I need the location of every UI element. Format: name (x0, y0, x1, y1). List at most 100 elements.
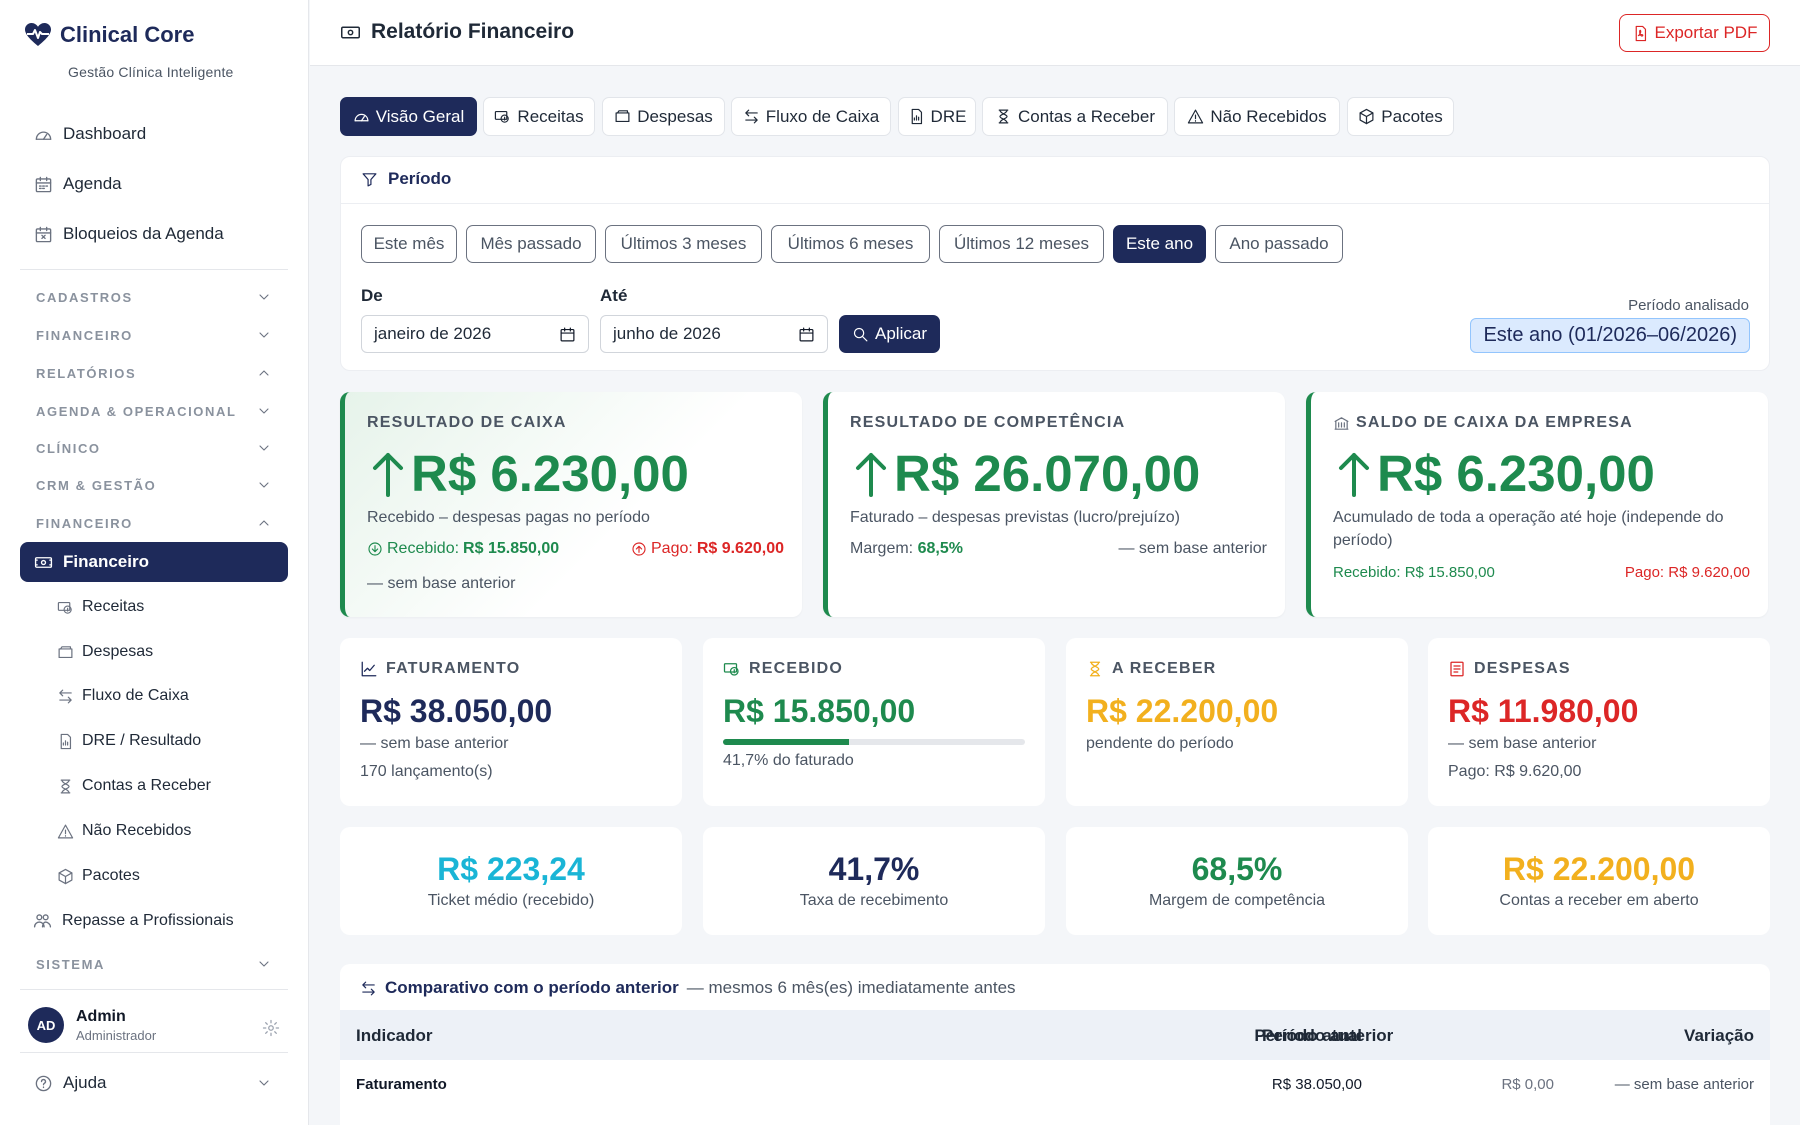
sidebar-subitem-contas-a-receber[interactable]: Contas a Receber (57, 777, 211, 795)
comparison-header: Comparativo com o período anterior — mes… (360, 978, 1016, 998)
arrows-swap-icon (362, 981, 375, 995)
entries-count: 170 lançamento(s) (360, 763, 493, 780)
sidebar-item-label: Receitas (82, 598, 145, 615)
chart-line-icon (361, 661, 377, 677)
page-title: Relatório Financeiro (340, 20, 574, 44)
sidebar-section-crm-gestao[interactable]: CRM & GESTÃO (36, 477, 272, 493)
sidebar-item-bloqueios[interactable]: Bloqueios da Agenda (34, 224, 224, 244)
card-value: R$ 38.050,00 (360, 693, 553, 729)
tab-nao-recebidos[interactable]: Não Recebidos (1174, 97, 1340, 136)
to-date-input[interactable]: junho de 2026 (600, 315, 828, 353)
sidebar-section-relatorios[interactable]: RELATÓRIOS (36, 365, 272, 381)
tab-pacotes[interactable]: Pacotes (1347, 97, 1454, 136)
tab-receitas[interactable]: Receitas (483, 97, 595, 136)
hourglass-icon (998, 109, 1009, 124)
question-icon (35, 1075, 52, 1091)
sidebar-section-agenda-operacional[interactable]: AGENDA & OPERACIONAL (36, 403, 272, 419)
period-preset-ultimos-12-meses[interactable]: Últimos 12 meses (939, 225, 1104, 263)
sidebar-item-label: Bloqueios da Agenda (63, 224, 224, 243)
section-label: AGENDA & OPERACIONAL (36, 403, 237, 419)
column-header: Variação (1684, 1026, 1754, 1045)
received-progress-bar (723, 739, 1025, 745)
report-icon (60, 733, 72, 749)
metric-card-despesas: DESPESAS R$ 11.980,00 — sem base anterio… (1428, 638, 1770, 806)
column-header: Indicador (356, 1026, 433, 1045)
tab-visao-geral[interactable]: Visão Geral (340, 97, 477, 136)
kpi-label: Margem de competência (1148, 892, 1326, 909)
tab-label: Não Recebidos (1210, 106, 1327, 126)
sidebar-item-repasse[interactable]: Repasse a Profissionais (33, 911, 234, 930)
sidebar-section-financeiro-reports[interactable]: FINANCEIRO (36, 515, 272, 531)
sidebar-subitem-fluxo-de-caixa[interactable]: Fluxo de Caixa (57, 687, 189, 705)
sidebar-subitem-despesas[interactable]: Despesas (57, 643, 153, 661)
card-value: R$ 22.200,00 (1086, 693, 1279, 729)
period-preset-mes-passado[interactable]: Mês passado (466, 225, 596, 263)
export-pdf-button[interactable]: Exportar PDF (1619, 14, 1770, 52)
period-preset-este-ano[interactable]: Este ano (1113, 225, 1206, 263)
kpi-label: Ticket médio (recebido) (427, 892, 595, 909)
chevron-down-icon (259, 332, 269, 338)
tab-dre[interactable]: DRE (898, 97, 976, 136)
paid-value: R$ 9.620,00 (696, 540, 784, 557)
period-preset-ultimos-3-meses[interactable]: Últimos 3 meses (605, 225, 762, 263)
card-breakdown: Margem: 68,5% — sem base anterior (850, 540, 1267, 558)
arrows-swap-icon (59, 689, 72, 703)
tab-despesas[interactable]: Despesas (602, 97, 725, 136)
chevron-down-icon[interactable] (256, 1075, 272, 1091)
card-breakdown: Recebido: R$ 15.850,00 Pago: R$ 9.620,00 (367, 540, 784, 558)
card-breakdown: Recebido: R$ 15.850,00 Pago: R$ 9.620,00 (1333, 564, 1750, 581)
user-role: Administrador (76, 1027, 157, 1043)
sidebar-item-financeiro[interactable]: Financeiro (20, 542, 288, 582)
sidebar-section-clinico[interactable]: CLÍNICO (36, 440, 272, 456)
from-date-value: janeiro de 2026 (374, 324, 492, 343)
card-label: RECEBIDO (723, 660, 843, 678)
period-preset-este-mes[interactable]: Este mês (361, 225, 457, 263)
received-amount: Recebido: R$ 15.850,00 (367, 540, 559, 558)
apply-label: Aplicar (875, 324, 927, 343)
from-date-input[interactable]: janeiro de 2026 (361, 315, 589, 353)
sidebar-item-agenda[interactable]: Agenda (34, 174, 122, 194)
result-card-competencia: RESULTADO DE COMPETÊNCIA R$ 26.070,00 Fa… (823, 392, 1285, 617)
sidebar-subitem-receitas[interactable]: Receitas (57, 598, 144, 616)
comparison-title: Comparativo com o período anterior (385, 978, 679, 997)
sidebar-section-sistema[interactable]: SISTEMA (36, 956, 272, 972)
sidebar-section-financeiro[interactable]: FINANCEIRO (36, 327, 272, 343)
period-preset-ultimos-6-meses[interactable]: Últimos 6 meses (771, 225, 930, 263)
period-preset-ano-passado[interactable]: Ano passado (1215, 225, 1343, 263)
cell-variation: — sem base anterior (1614, 1076, 1754, 1093)
sidebar-subitem-nao-recebidos[interactable]: Não Recebidos (57, 822, 191, 840)
brand[interactable]: Clinical Core (24, 22, 194, 48)
analyzed-period-badge: Este ano (01/2026–06/2026) (1470, 318, 1750, 353)
paid-amount: Pago: R$ 9.620,00 (1448, 763, 1582, 780)
metric-card-recebido: RECEBIDO R$ 15.850,00 41,7% do faturado (703, 638, 1045, 806)
card-label: DESPESAS (1448, 660, 1571, 678)
section-label: FINANCEIRO (36, 327, 133, 343)
sidebar-item-label: DRE / Resultado (82, 732, 202, 749)
card-description: Acumulado de toda a operação até hoje (i… (1333, 509, 1724, 549)
sidebar-item-ajuda[interactable]: Ajuda (34, 1073, 106, 1093)
report-icon (911, 108, 922, 125)
received-label: Recebido: (387, 540, 460, 557)
card-description: Recebido – despesas pagas no período (367, 509, 650, 526)
page-title-text: Relatório Financeiro (371, 20, 575, 43)
arrow-up-circle-icon (632, 542, 646, 556)
heart-pulse-icon (25, 23, 51, 46)
calendar-x-icon (35, 226, 52, 242)
tab-contas-a-receber[interactable]: Contas a Receber (982, 97, 1168, 136)
user-name: Admin (76, 1007, 126, 1025)
comparison-note: — sem base anterior (367, 575, 516, 592)
divider (341, 203, 1769, 204)
chevron-up-icon (259, 370, 269, 376)
progress-fill (723, 739, 849, 745)
tab-fluxo-de-caixa[interactable]: Fluxo de Caixa (731, 97, 891, 136)
sidebar-item-label: Despesas (82, 643, 154, 660)
apply-button[interactable]: Aplicar (839, 315, 940, 353)
sidebar-subitem-pacotes[interactable]: Pacotes (57, 867, 140, 885)
sidebar-item-dashboard[interactable]: Dashboard (34, 124, 146, 144)
sidebar-subitem-dre[interactable]: DRE / Resultado (57, 732, 201, 750)
gear-icon[interactable] (262, 1019, 280, 1037)
user-profile[interactable]: AD Admin Administrador (28, 1007, 156, 1043)
sidebar-section-cadastros[interactable]: CADASTROS (36, 289, 272, 305)
sidebar-item-label: Agenda (63, 174, 122, 193)
received-value: R$ 15.850,00 (463, 540, 560, 557)
